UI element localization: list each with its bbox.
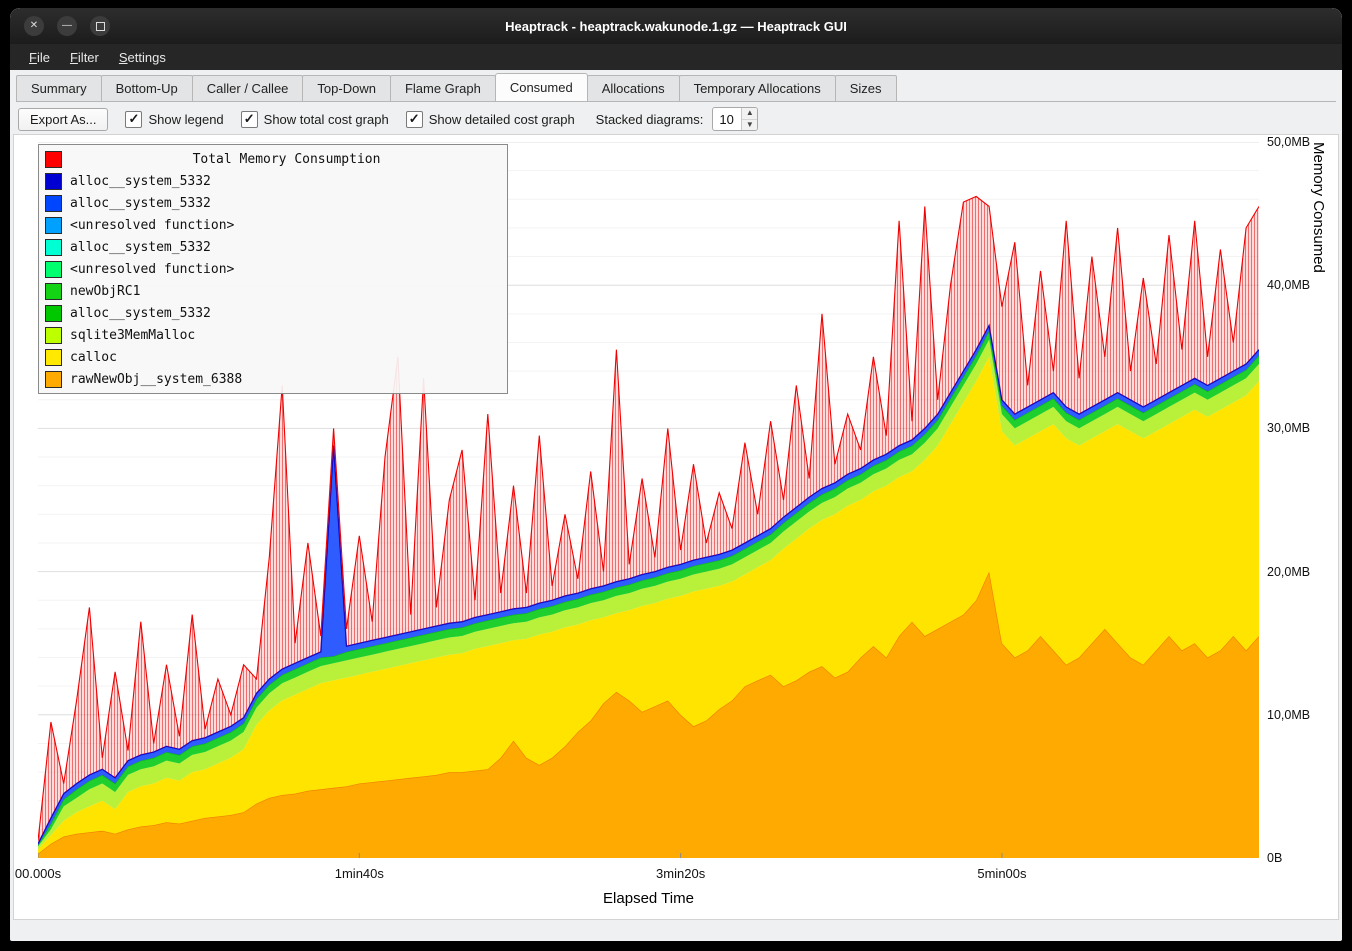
export-as-button[interactable]: Export As...: [18, 108, 108, 131]
legend-swatch: [45, 283, 62, 300]
stacked-diagrams-value[interactable]: 10: [713, 108, 741, 130]
x-tick-label: 5min00s: [977, 866, 1026, 881]
spinbox-buttons: ▲ ▼: [741, 108, 757, 130]
x-tick-label: 00.000s: [15, 866, 61, 881]
show-detailed-cost-graph-checkbox[interactable]: ✓ Show detailed cost graph: [406, 111, 575, 128]
legend-label: alloc__system_5332: [70, 174, 211, 189]
legend-swatch: [45, 217, 62, 234]
legend-swatch: [45, 305, 62, 322]
check-icon: ✓: [129, 112, 140, 125]
titlebar: ✕ — Heaptrack - heaptrack.wakunode.1.gz …: [10, 8, 1342, 44]
checkbox-icon: ✓: [406, 111, 423, 128]
legend-item: alloc__system_5332: [43, 170, 503, 192]
legend-item: alloc__system_5332: [43, 192, 503, 214]
y-tick-label: 20,0MB: [1267, 565, 1310, 579]
app-window: ✕ — Heaptrack - heaptrack.wakunode.1.gz …: [10, 8, 1342, 941]
chart-legend: Total Memory Consumption alloc__system_53…: [38, 144, 508, 394]
x-axis-label: Elapsed Time: [38, 890, 1259, 907]
checkbox-icon: ✓: [125, 111, 142, 128]
legend-swatch: [45, 371, 62, 388]
legend-swatch: [45, 173, 62, 190]
spinbox-up-button[interactable]: ▲: [742, 108, 757, 120]
legend-item: rawNewObj__system_6388: [43, 368, 503, 390]
legend-label: newObjRC1: [70, 284, 140, 299]
legend-item: sqlite3MemMalloc: [43, 324, 503, 346]
legend-item: newObjRC1: [43, 280, 503, 302]
y-tick-label: 10,0MB: [1267, 708, 1310, 722]
legend-swatch: [45, 349, 62, 366]
menu-filter[interactable]: Filter: [61, 47, 108, 68]
legend-swatch: [45, 261, 62, 278]
y-axis-label: Memory Consumed: [1310, 142, 1327, 858]
check-icon: ✓: [409, 112, 420, 125]
legend-label: alloc__system_5332: [70, 306, 211, 321]
y-tick-label: 0B: [1267, 851, 1282, 865]
y-tick-label: 50,0MB: [1267, 135, 1310, 149]
chart-toolbar: Export As... ✓ Show legend ✓ Show total …: [18, 105, 1334, 133]
legend-label: Total Memory Consumption: [70, 152, 503, 167]
check-icon: ✓: [244, 112, 255, 125]
legend-label: calloc: [70, 350, 117, 365]
stacked-diagrams-label: Stacked diagrams:: [596, 112, 704, 127]
chart-area: Total Memory Consumption alloc__system_53…: [13, 134, 1339, 920]
legend-label: rawNewObj__system_6388: [70, 372, 242, 387]
spinbox-down-button[interactable]: ▼: [742, 120, 757, 131]
legend-item: <unresolved function>: [43, 258, 503, 280]
legend-label: sqlite3MemMalloc: [70, 328, 195, 343]
legend-swatch: [45, 151, 62, 168]
checkbox-icon: ✓: [241, 111, 258, 128]
tab-bottom-up[interactable]: Bottom-Up: [101, 75, 193, 101]
tab-sizes[interactable]: Sizes: [835, 75, 897, 101]
tab-flame-graph[interactable]: Flame Graph: [390, 75, 496, 101]
x-tick-label: 1min40s: [335, 866, 384, 881]
tab-bar: Summary Bottom-Up Caller / Callee Top-Do…: [16, 74, 1336, 102]
legend-swatch: [45, 239, 62, 256]
tab-allocations[interactable]: Allocations: [587, 75, 680, 101]
legend-item: <unresolved function>: [43, 214, 503, 236]
checkbox-label: Show total cost graph: [264, 112, 389, 127]
legend-label: alloc__system_5332: [70, 196, 211, 211]
checkbox-label: Show legend: [148, 112, 223, 127]
legend-item: calloc: [43, 346, 503, 368]
show-total-cost-graph-checkbox[interactable]: ✓ Show total cost graph: [241, 111, 389, 128]
menubar: File Filter Settings: [10, 44, 1342, 70]
y-tick-label: 30,0MB: [1267, 421, 1310, 435]
window-title: Heaptrack - heaptrack.wakunode.1.gz — He…: [10, 8, 1342, 44]
x-tick-label: 3min20s: [656, 866, 705, 881]
tab-temporary-allocations[interactable]: Temporary Allocations: [679, 75, 836, 101]
menu-settings[interactable]: Settings: [110, 47, 175, 68]
y-tick-label: 40,0MB: [1267, 278, 1310, 292]
legend-item: alloc__system_5332: [43, 236, 503, 258]
legend-label: alloc__system_5332: [70, 240, 211, 255]
menu-file[interactable]: File: [20, 47, 59, 68]
legend-item: Total Memory Consumption: [43, 148, 503, 170]
legend-label: <unresolved function>: [70, 218, 234, 233]
tab-caller-callee[interactable]: Caller / Callee: [192, 75, 304, 101]
tab-consumed[interactable]: Consumed: [495, 73, 588, 101]
checkbox-label: Show detailed cost graph: [429, 112, 575, 127]
tab-top-down[interactable]: Top-Down: [302, 75, 391, 101]
stacked-diagrams-spinbox[interactable]: 10 ▲ ▼: [712, 107, 758, 131]
legend-swatch: [45, 195, 62, 212]
show-legend-checkbox[interactable]: ✓ Show legend: [125, 111, 223, 128]
legend-item: alloc__system_5332: [43, 302, 503, 324]
legend-label: <unresolved function>: [70, 262, 234, 277]
tab-summary[interactable]: Summary: [16, 75, 102, 101]
legend-swatch: [45, 327, 62, 344]
